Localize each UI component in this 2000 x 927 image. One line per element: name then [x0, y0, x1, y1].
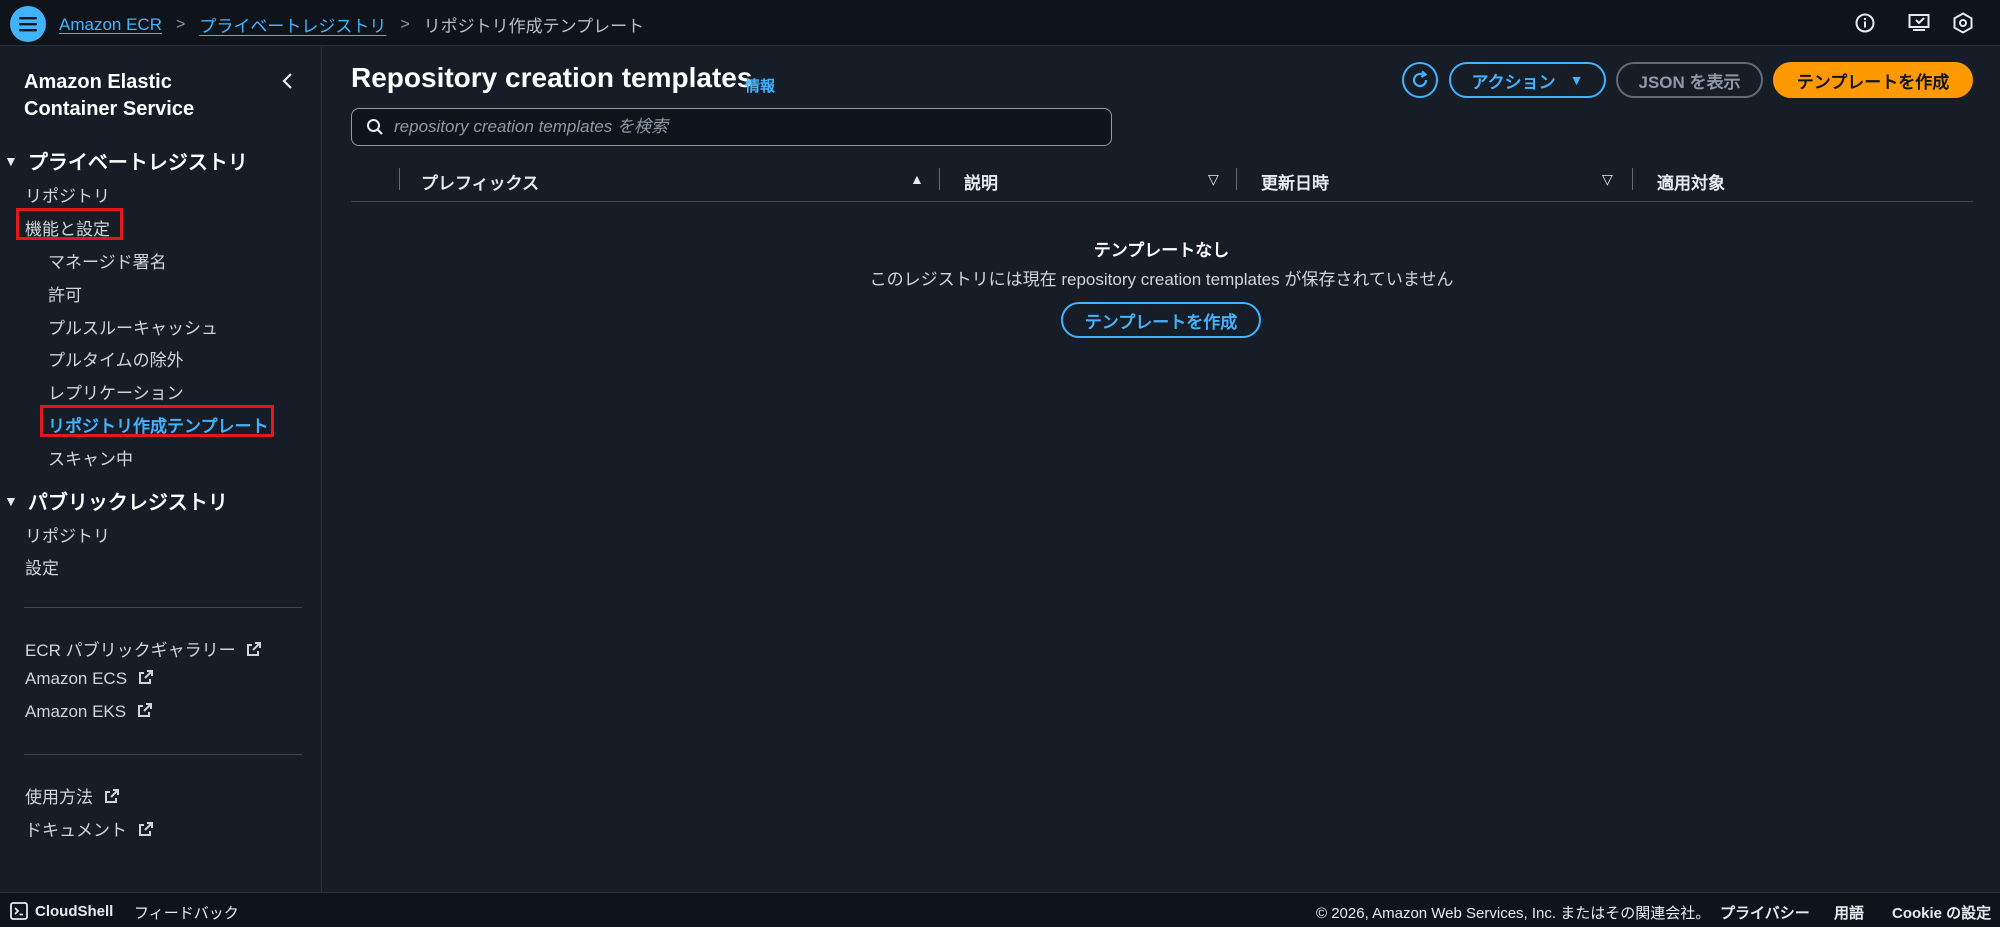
- actions-dropdown-button[interactable]: アクション ▼: [1449, 62, 1606, 98]
- sidebar-item-public-settings[interactable]: 設定: [25, 554, 59, 579]
- sidebar-title-line2: Container Service: [24, 98, 195, 120]
- sidebar-title-line1: Amazon Elastic: [24, 71, 172, 93]
- sidebar-item-public-repositories[interactable]: リポジトリ: [25, 522, 110, 547]
- breadcrumb: Amazon ECR > プライベートレジストリ > リポジトリ作成テンプレート: [59, 12, 644, 37]
- caret-down-icon: ▼: [4, 492, 18, 509]
- chevron-left-icon: [282, 73, 292, 89]
- chevron-right-icon: >: [175, 15, 186, 33]
- sidebar-item-replication[interactable]: レプリケーション: [48, 379, 184, 404]
- highlight-box: [16, 208, 123, 240]
- sidebar-title: Amazon Elastic Container Service: [24, 69, 194, 123]
- cloudshell-label: CloudShell: [35, 902, 114, 920]
- search-box: [351, 108, 1112, 146]
- sidebar: Amazon Elastic Container Service ▼ プライベー…: [0, 47, 322, 892]
- refresh-icon: [1412, 70, 1428, 88]
- column-header-applied-for[interactable]: 適用対象: [1657, 169, 1725, 194]
- column-separator: [1632, 168, 1633, 190]
- cloudshell-icon: [10, 902, 28, 920]
- sidebar-item-permissions[interactable]: 許可: [48, 281, 82, 306]
- menu-icon: [19, 17, 37, 32]
- column-separator: [1236, 168, 1237, 190]
- sidebar-link-label: 使用方法: [25, 788, 93, 807]
- sidebar-link-ecr-public-gallery[interactable]: ECR パブリックギャラリー: [25, 636, 262, 661]
- menu-button[interactable]: [10, 6, 46, 42]
- search-icon: [367, 119, 383, 135]
- notifications-button[interactable]: [1906, 10, 1932, 36]
- sidebar-collapse-button[interactable]: [278, 71, 298, 91]
- sidebar-item-pull-time-exclusion[interactable]: プルタイムの除外: [48, 346, 184, 371]
- sidebar-link-label: Amazon EKS: [25, 702, 127, 721]
- external-link-icon: [104, 789, 119, 803]
- empty-state-title: テンプレートなし: [1093, 241, 1230, 260]
- info-link[interactable]: 情報: [745, 75, 775, 96]
- cloudshell-button[interactable]: CloudShell: [10, 902, 113, 920]
- notifications-icon: [1908, 14, 1930, 31]
- sidebar-item-managed-signing[interactable]: マネージド署名: [48, 248, 167, 273]
- sidebar-link-label: ECR パブリックギャラリー: [25, 641, 236, 660]
- public-registry-label: パブリックレジストリ: [27, 492, 228, 514]
- caret-down-icon: ▼: [4, 152, 18, 169]
- sort-icon[interactable]: ▽: [1208, 171, 1219, 188]
- empty-create-template-button[interactable]: テンプレートを作成: [1061, 302, 1261, 338]
- public-registry-header[interactable]: ▼ パブリックレジストリ: [4, 486, 228, 515]
- sidebar-link-label: ドキュメント: [25, 821, 127, 840]
- column-separator: [399, 168, 400, 190]
- sidebar-link-label: Amazon ECS: [25, 669, 128, 688]
- sort-icon[interactable]: ▽: [1602, 171, 1613, 188]
- empty-create-template-label: テンプレートを作成: [1084, 312, 1238, 332]
- column-header-updated-at[interactable]: 更新日時: [1261, 169, 1329, 194]
- feedback-link[interactable]: フィードバック: [134, 902, 239, 923]
- view-json-label: JSON を表示: [1638, 72, 1741, 92]
- info-button[interactable]: [1852, 10, 1878, 36]
- create-template-button[interactable]: テンプレートを作成: [1773, 62, 1973, 98]
- sidebar-item-private-repositories[interactable]: リポジトリ: [25, 182, 110, 207]
- top-navigation-bar: Amazon ECR > プライベートレジストリ > リポジトリ作成テンプレート: [0, 0, 2000, 46]
- private-registry-header[interactable]: ▼ プライベートレジストリ: [4, 146, 248, 175]
- actions-label: アクション: [1471, 72, 1556, 92]
- breadcrumb-link-private-registry[interactable]: プライベートレジストリ: [199, 12, 386, 37]
- sidebar-item-pull-through-cache[interactable]: プルスルーキャッシュ: [48, 314, 218, 339]
- info-icon: [1855, 13, 1875, 33]
- empty-state-description: このレジストリには現在 repository creation template…: [869, 270, 1454, 289]
- table-header: プレフィックス ▲ 説明 ▽ 更新日時 ▽ 適用対象: [351, 156, 1973, 202]
- sidebar-link-amazon-ecs[interactable]: Amazon ECS: [25, 669, 154, 689]
- breadcrumb-link-ecr[interactable]: Amazon ECR: [59, 15, 162, 35]
- settings-icon: [1953, 12, 1973, 34]
- main-content: Repository creation templates 情報 アクション ▼…: [323, 47, 2000, 892]
- view-json-button[interactable]: JSON を表示: [1616, 62, 1763, 98]
- column-header-prefix[interactable]: プレフィックス: [421, 169, 539, 194]
- settings-button[interactable]: [1950, 10, 1976, 36]
- column-header-description[interactable]: 説明: [964, 169, 998, 194]
- search-input[interactable]: [394, 117, 1094, 137]
- footer: CloudShell フィードバック © 2026, Amazon Web Se…: [0, 892, 2000, 927]
- sort-ascending-icon[interactable]: ▲: [910, 171, 924, 187]
- sidebar-divider: [24, 754, 302, 755]
- page-title: Repository creation templates: [351, 62, 753, 93]
- copyright-text: © 2026, Amazon Web Services, Inc. またはその関…: [1316, 905, 1711, 922]
- external-link-icon: [137, 703, 152, 717]
- cookie-settings-link[interactable]: Cookie の設定: [1892, 902, 1991, 923]
- sidebar-item-scanning[interactable]: スキャン中: [48, 445, 133, 470]
- highlight-box: [40, 405, 274, 437]
- private-registry-label: プライベートレジストリ: [27, 152, 248, 174]
- create-template-label: テンプレートを作成: [1796, 72, 1950, 92]
- chevron-right-icon: >: [400, 15, 410, 33]
- column-separator: [939, 168, 940, 190]
- sidebar-link-getting-started[interactable]: 使用方法: [25, 783, 120, 808]
- sidebar-divider: [24, 607, 302, 608]
- sidebar-link-amazon-eks[interactable]: Amazon EKS: [25, 702, 153, 722]
- caret-down-icon: ▼: [1569, 72, 1584, 88]
- terms-link[interactable]: 用語: [1834, 902, 1864, 923]
- external-link-icon: [247, 642, 262, 656]
- refresh-button[interactable]: [1402, 62, 1438, 98]
- sidebar-link-documentation[interactable]: ドキュメント: [25, 816, 154, 841]
- breadcrumb-current: リポジトリ作成テンプレート: [423, 17, 645, 36]
- privacy-link[interactable]: プライバシー: [1720, 902, 1810, 923]
- external-link-icon: [138, 822, 153, 836]
- external-link-icon: [138, 670, 153, 684]
